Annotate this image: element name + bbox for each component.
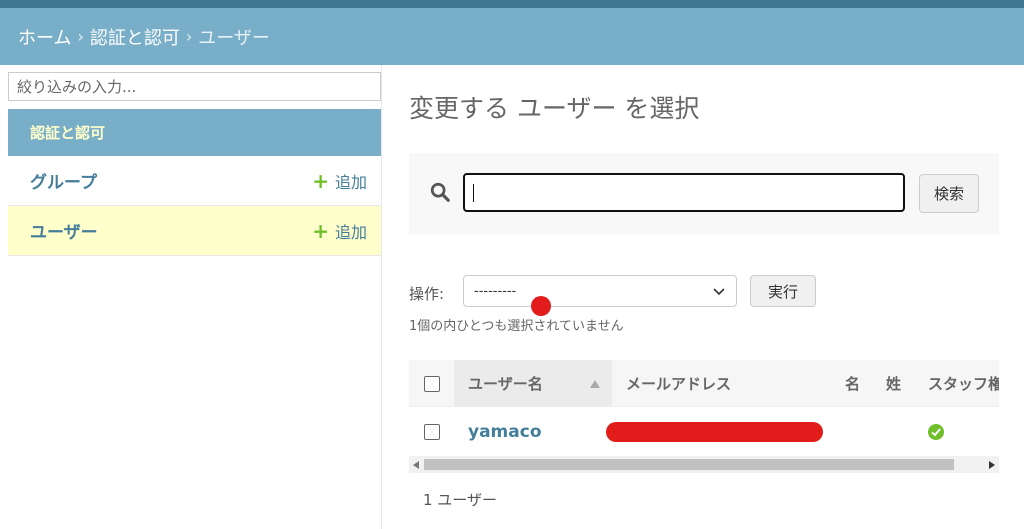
scroll-right-arrow-icon[interactable] [985,456,999,473]
breadcrumb-app-link[interactable]: 認証と認可 [90,24,180,50]
column-first-name-label: 名 [845,375,861,393]
search-input[interactable] [463,173,905,212]
sidebar-filter-placeholder: 絞り込みの入力... [17,78,137,96]
scroll-left-arrow-icon[interactable] [409,456,423,473]
action-select-value: --------- [474,283,517,299]
text-caret [473,184,474,202]
paginator: 1 ユーザー [423,491,498,509]
select-all-checkbox[interactable] [423,375,440,392]
top-header-bar [0,0,1024,8]
column-email-label: メールアドレス [626,375,732,393]
module-caption[interactable]: 認証と認可 [8,109,381,156]
add-user-label: 追加 [334,222,367,242]
nav-sidebar: 絞り込みの入力... 認証と認可 グループ + 追加 ユーザー + 追加 [0,65,382,529]
sort-ascending-icon[interactable] [590,379,600,388]
column-header-last-name[interactable]: 姓 [886,360,916,407]
breadcrumb: ホーム › 認証と認可 › ユーザー [0,8,1024,65]
add-user-button[interactable]: + 追加 [312,219,367,243]
search-icon [430,182,450,202]
add-group-label: 追加 [334,172,367,192]
column-username-label: ユーザー名 [468,375,543,393]
sidebar-item-users: ユーザー + 追加 [8,206,381,256]
username-link[interactable]: yamaco [468,422,542,442]
app-module-auth: 認証と認可 グループ + 追加 ユーザー + 追加 [8,109,381,256]
breadcrumb-separator: › [185,27,193,46]
selection-counter: 1個の内ひとつも選択されていません [409,319,624,334]
sidebar-item-groups: グループ + 追加 [8,156,381,206]
horizontal-scrollbar[interactable] [409,456,999,473]
run-action-button[interactable]: 実行 [750,275,816,307]
column-header-username[interactable]: ユーザー名 [454,360,612,407]
row-staff-cell [928,407,944,457]
scroll-thumb[interactable] [424,459,954,470]
chevron-down-icon [713,288,725,296]
email-redaction [606,422,823,442]
add-group-button[interactable]: + 追加 [312,169,367,193]
search-bar: 検索 [409,153,999,235]
actions-label: 操作: [409,285,445,303]
column-header-email[interactable]: メールアドレス [626,360,826,407]
breadcrumb-home-link[interactable]: ホーム [18,24,71,50]
run-action-label: 実行 [767,282,798,301]
row-username-cell: yamaco [468,407,542,457]
plus-icon: + [312,168,329,193]
column-header-first-name[interactable]: 名 [845,360,875,407]
column-last-name-label: 姓 [886,375,902,393]
column-header-staff[interactable]: スタッフ権 [928,360,999,407]
breadcrumb-separator: › [77,27,84,46]
breadcrumb-current: ユーザー [198,27,270,49]
action-select[interactable]: --------- [463,275,737,307]
row-select-checkbox[interactable] [423,424,440,440]
select-all-cell [409,360,454,407]
search-button-label: 検索 [933,185,964,203]
table-header: ユーザー名 メールアドレス 名 姓 スタッフ権 [409,360,999,407]
module-caption-label: 認証と認可 [30,124,106,142]
row-email-cell [606,407,823,457]
column-staff-label: スタッフ権 [928,375,999,393]
sidebar-item-groups-link[interactable]: グループ [30,168,97,193]
plus-icon: + [312,218,329,243]
result-list-table: ユーザー名 メールアドレス 名 姓 スタッフ権 yamaco [409,360,999,457]
search-button[interactable]: 検索 [919,174,979,213]
table-row: yamaco [409,407,999,457]
row-select-cell [409,407,454,457]
check-circle-icon [928,424,944,440]
red-marker-dot [531,296,551,316]
sidebar-filter-input[interactable]: 絞り込みの入力... [8,72,381,101]
page-title: 変更する ユーザー を選択 [409,94,700,123]
sidebar-item-users-link[interactable]: ユーザー [30,218,98,243]
